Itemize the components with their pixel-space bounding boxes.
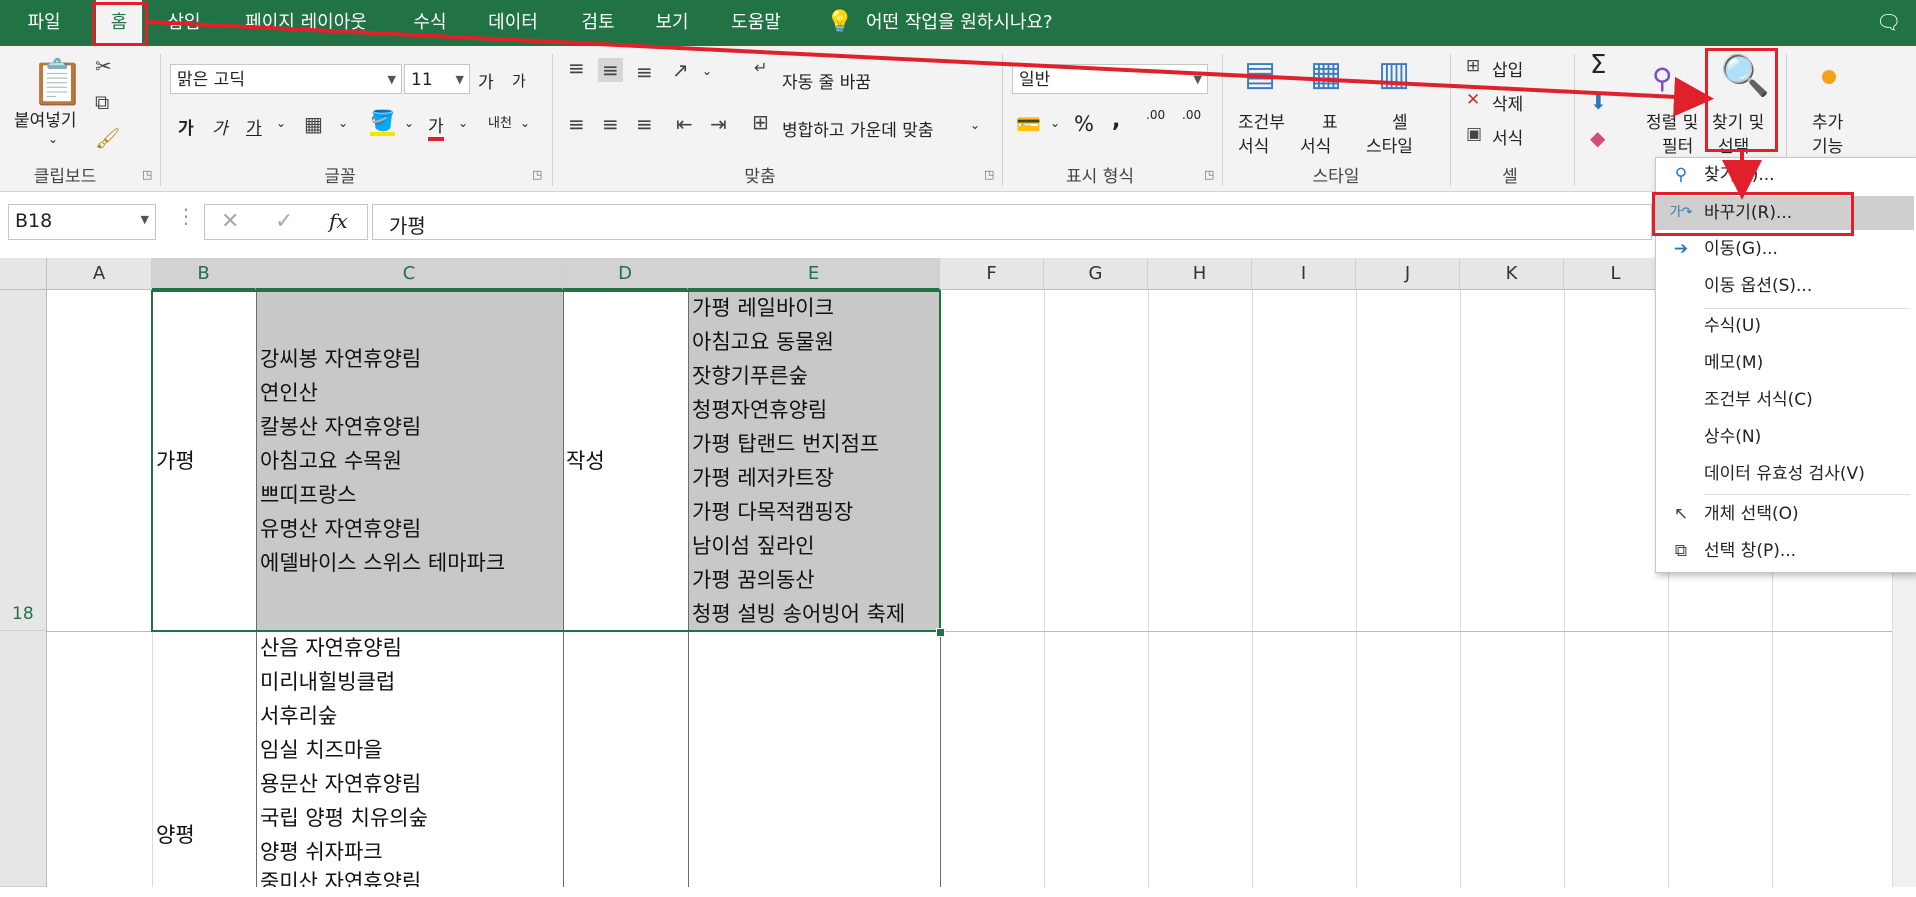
arrow-home-to-find [147, 20, 1714, 117]
annotation-arrows [147, 20, 1762, 200]
